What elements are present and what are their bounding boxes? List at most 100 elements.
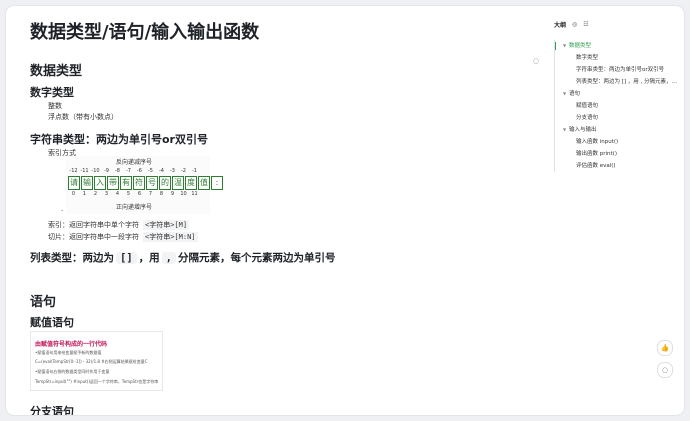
numeric-int: 整数 xyxy=(48,102,62,110)
string-character: 温 xyxy=(172,176,184,190)
negative-index: -1 xyxy=(192,168,197,174)
positive-index: 8 xyxy=(159,191,164,197)
outline-item-label: 数字类型 xyxy=(576,55,599,61)
assignment-image-line: •赋值语句右侧的数据类型同时作用于变量 xyxy=(35,369,110,374)
string-character: 带 xyxy=(107,176,119,190)
outline-item-label: 分支语句 xyxy=(576,115,599,121)
heading-list: 列表类型：两边为[] ，用, 分隔元素，每个元素两边为单引号 xyxy=(30,250,335,265)
positive-index: 5 xyxy=(126,191,131,197)
negative-index: -12 xyxy=(69,168,78,174)
outline-title: 大纲 xyxy=(554,21,567,29)
outline-item[interactable]: 赋值语句 xyxy=(555,100,680,112)
outline-item-label: 输入函数 input() xyxy=(576,139,619,145)
outline-item-label: 赋值语句 xyxy=(576,103,599,109)
heading-branch: 分支语句 xyxy=(30,405,74,415)
numeric-float: 浮点数（带有小数点） xyxy=(48,113,118,121)
outline-item[interactable]: 输出函数 print() xyxy=(555,148,680,160)
outline-item[interactable]: 输入函数 input() xyxy=(555,136,680,148)
negative-index: -11 xyxy=(80,168,89,174)
string-character: 号 xyxy=(146,176,158,190)
list-icon[interactable]: ☷ xyxy=(583,21,588,28)
negative-index: -9 xyxy=(104,168,109,174)
outline-item[interactable]: 评估函数 eval() xyxy=(555,160,680,172)
string-character: 有 xyxy=(120,176,132,190)
list-bracket-code: [] xyxy=(116,252,137,264)
document-page: 数据类型/语句/输入输出函数 数据类型 数字类型 整数 浮点数（带有小数点） 字… xyxy=(6,6,684,415)
index-note: 索引：返回字符串中单个字符 xyxy=(48,221,139,229)
negative-index-row: -12 -11 -10 -9 -8 -7 -6 -5 -4 -3 -2 -1 xyxy=(68,168,208,174)
dot-marker: . xyxy=(61,205,64,213)
positive-index: 6 xyxy=(137,191,142,197)
positive-index: 1 xyxy=(82,191,87,197)
positive-index-row: 0 1 2 3 4 5 6 7 8 9 10 11 xyxy=(68,191,208,197)
outline-item-label: 数据类型 xyxy=(569,43,592,49)
outline-panel: 大纲 ◎ ☷ ▼ 数据类型数字类型字符串类型：两边为单引号or双引号列表类型：两边… xyxy=(554,18,680,172)
heading-datatypes: 数据类型 xyxy=(30,64,83,79)
outline-item-label: 输入与输出 xyxy=(569,127,597,133)
positive-index: 0 xyxy=(71,191,76,197)
positive-index: 4 xyxy=(115,191,120,197)
negative-index: -8 xyxy=(115,168,120,174)
outline-item[interactable]: 分支语句 xyxy=(555,112,680,124)
assignment-image-line: •赋值语句用来给变量赋予新的数据值 xyxy=(35,350,102,355)
positive-index: 9 xyxy=(170,191,175,197)
outline-list: ▼ 数据类型数字类型字符串类型：两边为单引号or双引号列表类型：两边为 [] ，用… xyxy=(554,40,680,172)
page-title: 数据类型/语句/输入输出函数 xyxy=(30,22,260,43)
string-index-diagram: 反向递减序号 -12 -11 -10 -9 -8 -7 -6 -5 -4 -3 -2 -1 请输入带有… xyxy=(66,156,223,214)
string-character: 入 xyxy=(94,176,106,190)
assignment-image: 由赋值符号构成的一行代码 •赋值语句用来给变量赋予新的数据值 C=(eval(T… xyxy=(30,331,163,391)
outline-item-label: 列表类型：两边为 [] ，用 , 分隔元素，每个元素两边为单引号 xyxy=(576,79,680,85)
string-character: 的 xyxy=(159,176,171,190)
positive-index: 2 xyxy=(93,191,98,197)
assignment-image-title: 由赋值符号构成的一行代码 xyxy=(35,341,108,348)
heading-assignment: 赋值语句 xyxy=(30,316,74,329)
string-character: 符 xyxy=(133,176,145,190)
index-syntax: <字符串>[M] xyxy=(143,220,190,230)
string-character: 度 xyxy=(185,176,197,190)
list-heading-part-c: 分隔元素，每个元素两边为单引号 xyxy=(177,252,336,264)
slice-syntax: <字符串>[M:N] xyxy=(143,232,198,242)
positive-index: 3 xyxy=(104,191,109,197)
string-character: : xyxy=(211,176,223,190)
negative-index: -7 xyxy=(126,168,131,174)
positive-index: 10 xyxy=(180,191,187,197)
like-button[interactable]: 👍 xyxy=(657,340,673,356)
outline-item[interactable]: 数字类型 xyxy=(555,52,680,64)
reverse-index-label: 反向递减序号 xyxy=(116,159,153,166)
outline-item-label: 语句 xyxy=(569,91,581,97)
positive-index: 7 xyxy=(148,191,153,197)
positive-index: 11 xyxy=(191,191,198,197)
list-heading-part-a: 列表类型：两边为 xyxy=(30,252,114,264)
outline-item[interactable]: 字符串类型：两边为单引号or双引号 xyxy=(555,64,680,76)
outline-item-label: 评估函数 eval() xyxy=(576,163,616,169)
outline-item[interactable]: ▼ 输入与输出 xyxy=(555,124,680,136)
outline-item[interactable]: ▼ 数据类型 xyxy=(555,40,680,52)
string-character: 值 xyxy=(198,176,210,190)
outline-item[interactable]: 列表类型：两边为 [] ，用 , 分隔元素，每个元素两边为单引号 xyxy=(555,76,680,88)
list-comma-code: , xyxy=(161,252,176,264)
outline-header: 大纲 ◎ ☷ xyxy=(554,18,679,30)
string-character: 输 xyxy=(81,176,93,190)
string-character: 请 xyxy=(68,176,80,190)
negative-index: -6 xyxy=(137,168,142,174)
heading-numeric: 数字类型 xyxy=(30,86,74,99)
chat-button[interactable]: ◌ xyxy=(657,362,673,378)
assignment-image-line: C=(eval(TempStr[0:-1]) - 32)/1.8 #右侧运算结果… xyxy=(35,359,148,364)
outline-item[interactable]: ▼ 语句 xyxy=(555,88,680,100)
negative-index: -5 xyxy=(148,168,153,174)
outline-item-label: 输出函数 print() xyxy=(576,151,617,157)
character-row: 请输入带有符号的温度值: xyxy=(68,176,224,190)
comment-icon[interactable]: ◌ xyxy=(533,57,539,65)
forward-index-label: 正向递增序号 xyxy=(116,204,153,211)
outline-item-label: 字符串类型：两边为单引号or双引号 xyxy=(576,67,665,73)
heading-statements: 语句 xyxy=(30,295,57,310)
negative-index: -3 xyxy=(170,168,175,174)
list-heading-part-b: ，用 xyxy=(138,252,160,264)
assignment-image-line: TempStr=input("") #input()返回一个字符串，TempSt… xyxy=(35,379,159,384)
negative-index: -4 xyxy=(159,168,164,174)
slice-note: 切片：返回字符串中一段字符 xyxy=(48,233,139,241)
negative-index: -10 xyxy=(91,168,100,174)
heading-string: 字符串类型：两边为单引号or双引号 xyxy=(30,133,208,146)
negative-index: -2 xyxy=(181,168,186,174)
eye-icon[interactable]: ◎ xyxy=(572,21,577,28)
